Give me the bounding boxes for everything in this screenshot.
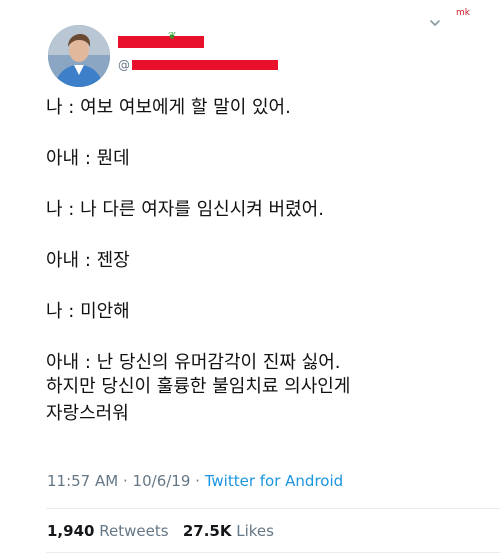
tweet-line: 하지만 당신이 훌륭한 불임치료 의사인게 [46, 376, 351, 397]
tweet-source-link[interactable]: Twitter for Android [205, 472, 343, 490]
tweet-line: 자랑스러워 [46, 403, 129, 424]
tweet-line: 나 : 미안해 [46, 301, 130, 322]
tweet-time[interactable]: 11:57 AM [47, 472, 118, 490]
tweet-line: 나 : 여보 여보에게 할 말이 있어. [46, 97, 291, 118]
divider [46, 508, 500, 509]
tweet-line: 아내 : 젠장 [46, 250, 130, 271]
likes-label: Likes [236, 522, 274, 540]
tweet-line: 아내 : 뭔데 [46, 148, 130, 169]
retweets-stat[interactable]: 1,940 Retweets [47, 522, 169, 540]
chevron-down-icon[interactable] [428, 16, 442, 30]
author-handle-redacted [132, 60, 278, 70]
retweets-count: 1,940 [47, 522, 95, 540]
handle-at-sign: @ [118, 58, 130, 72]
likes-stat[interactable]: 27.5K Likes [183, 522, 274, 540]
leaf-icon: ❦ [168, 31, 177, 42]
author-name-redacted[interactable] [118, 36, 204, 48]
avatar-image [48, 25, 110, 87]
meta-separator: · [195, 472, 200, 490]
watermark: mk [456, 8, 470, 18]
likes-count: 27.5K [182, 522, 232, 540]
avatar[interactable] [48, 25, 110, 87]
tweet-metadata: 11:57 AM · 10/6/19 · Twitter for Android [47, 472, 343, 490]
tweet-line: 아내 : 난 당신의 유머감각이 진짜 싫어. [46, 352, 341, 373]
divider [46, 552, 500, 553]
meta-separator: · [122, 472, 128, 490]
tweet-text: 나 : 여보 여보에게 할 말이 있어. 아내 : 뭔데 나 : 나 다른 여자… [46, 96, 476, 426]
tweet-line: 나 : 나 다른 여자를 임신시켜 버렸어. [46, 199, 324, 220]
tweet-date[interactable]: 10/6/19 [133, 472, 191, 490]
tweet-stats: 1,940 Retweets 27.5K Likes [47, 522, 274, 540]
author-handle[interactable]: @ [118, 58, 278, 72]
tweet-card: mk ❦ @ 나 : 여보 여보에게 할 말이 있어. 아내 : 뭔데 나 : … [0, 0, 500, 558]
retweets-label: Retweets [99, 522, 169, 540]
